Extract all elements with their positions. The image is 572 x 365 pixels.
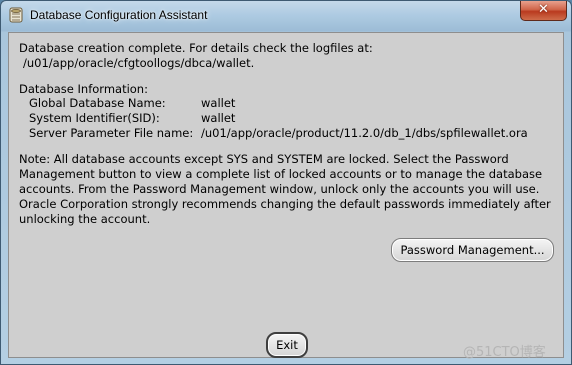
dbca-window: Database Configuration Assistant ✕ Datab… [0,0,572,365]
note-line-3: accounts. From the Password Management w… [19,182,540,196]
close-button[interactable]: ✕ [520,1,567,21]
info-value-sid: wallet [201,111,236,125]
logfile-path: /u01/app/oracle/cfgtoollogs/dbca/wallet. [23,56,255,70]
database-app-icon [9,7,23,23]
note-line-4: Oracle Corporation strongly recommends c… [19,197,551,211]
note-line-5: unlocking the account. [19,212,151,226]
exit-button[interactable]: Exit [266,332,308,358]
close-icon: ✕ [538,2,549,17]
watermark-text: @51CTO博客 [463,345,546,360]
info-label-global-name: Global Database Name: [29,96,166,110]
info-label-sid: System Identifier(SID): [29,111,160,125]
title-bar[interactable]: Database Configuration Assistant ✕ [1,1,571,32]
note-line-2: Management button to view a complete lis… [19,167,543,181]
completion-text: Database creation complete. For details … [19,41,373,55]
info-value-spfile: /u01/app/oracle/product/11.2.0/db_1/dbs/… [201,126,528,140]
password-management-button[interactable]: Password Management... [391,238,554,262]
note-line-1: Note: All database accounts except SYS a… [19,152,509,166]
dialog-content: Database creation complete. For details … [8,32,564,358]
info-value-global-name: wallet [201,96,236,110]
info-label-spfile: Server Parameter File name: [29,126,194,140]
info-heading: Database Information: [19,82,148,96]
window-title: Database Configuration Assistant [30,8,208,22]
